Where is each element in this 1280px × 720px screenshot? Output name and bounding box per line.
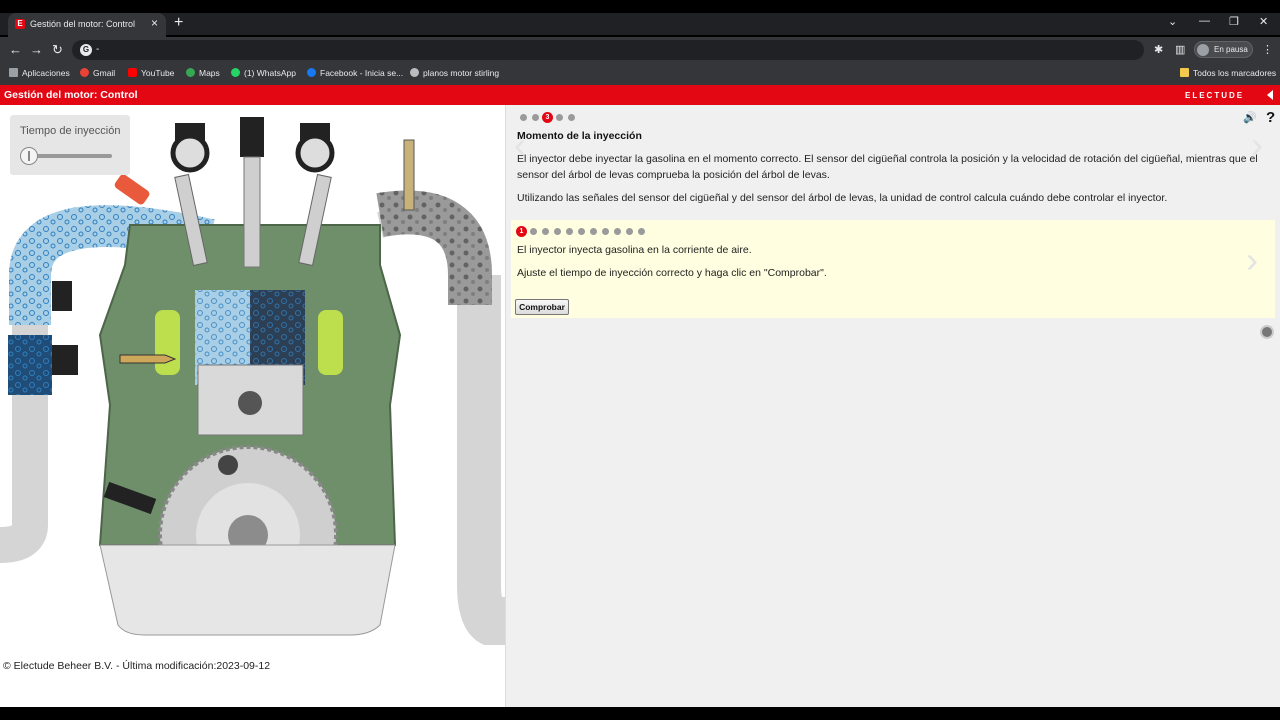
slider-handle[interactable] bbox=[20, 147, 38, 165]
task-step-dot bbox=[554, 228, 561, 235]
browser-tab[interactable]: E Gestión del motor: Control × bbox=[8, 13, 166, 37]
url-text: - bbox=[96, 44, 100, 55]
apps-grid-icon bbox=[9, 68, 18, 77]
electude-favicon-icon: E bbox=[15, 19, 25, 29]
check-button[interactable]: Comprobar bbox=[515, 299, 569, 315]
back-icon[interactable]: ← bbox=[9, 42, 22, 58]
speaker-icon[interactable]: 🔊 bbox=[1243, 111, 1257, 124]
task-step-dot bbox=[626, 228, 633, 235]
close-window-icon[interactable]: ✕ bbox=[1259, 15, 1268, 28]
bookmark-apps[interactable]: Aplicaciones bbox=[9, 68, 70, 78]
extensions-icon[interactable]: ✱ bbox=[1154, 43, 1163, 56]
instruction-panel: 3 🔊 ? ‹ › Momento de la inyección El iny… bbox=[505, 105, 1280, 707]
simulation-panel: Tiempo de inyección © Electude Beheer B.… bbox=[0, 105, 505, 707]
maps-pin-icon bbox=[186, 68, 195, 77]
task-line-2: Ajuste el tiempo de inyección correcto y… bbox=[517, 267, 827, 279]
facebook-icon bbox=[307, 68, 316, 77]
bookmark-label: Todos los marcadores bbox=[1193, 68, 1277, 78]
restore-icon[interactable]: ❐ bbox=[1229, 15, 1239, 28]
task-step-dot bbox=[530, 228, 537, 235]
notes-icon[interactable] bbox=[1260, 325, 1274, 339]
side-panel-icon[interactable]: ▥ bbox=[1175, 43, 1185, 56]
tab-close-icon[interactable]: × bbox=[151, 16, 158, 30]
reload-icon[interactable]: ↻ bbox=[52, 42, 63, 58]
avatar bbox=[1197, 44, 1209, 56]
task-step-dot bbox=[614, 228, 621, 235]
page-dot[interactable] bbox=[532, 114, 539, 121]
page-dot[interactable] bbox=[520, 114, 527, 121]
youtube-icon bbox=[128, 68, 137, 77]
page-dot[interactable] bbox=[568, 114, 575, 121]
slider-label: Tiempo de inyección bbox=[20, 125, 121, 137]
task-step-dot bbox=[602, 228, 609, 235]
help-icon[interactable]: ? bbox=[1266, 109, 1275, 126]
brand-logo: ELECTUDE bbox=[1185, 91, 1245, 100]
page-dot[interactable] bbox=[556, 114, 563, 121]
bookmark-label: Gmail bbox=[93, 68, 116, 78]
profile-label: En pausa bbox=[1214, 45, 1248, 54]
task-step-dot bbox=[566, 228, 573, 235]
whatsapp-icon bbox=[231, 68, 240, 77]
engine-illustration bbox=[0, 117, 505, 645]
injection-time-control: Tiempo de inyección bbox=[10, 115, 130, 175]
copyright-text: © Electude Beheer B.V. - Última modifica… bbox=[3, 660, 271, 672]
bookmark-youtube[interactable]: YouTube bbox=[128, 68, 174, 78]
bookmark-label: Aplicaciones bbox=[22, 68, 70, 78]
app-header: Gestión del motor: Control ELECTUDE bbox=[0, 85, 1280, 105]
page-dot-active[interactable]: 3 bbox=[542, 112, 553, 123]
task-box: 1 › El inyector inyecta gasolina en la c… bbox=[511, 220, 1275, 318]
section-title: Momento de la inyección bbox=[517, 130, 642, 142]
tab-title: Gestión del motor: Control bbox=[30, 19, 136, 29]
explanation-paragraph-1: El inyector debe inyectar la gasolina en… bbox=[517, 153, 1258, 181]
task-step-dot bbox=[590, 228, 597, 235]
task-step-dot bbox=[638, 228, 645, 235]
screen-top-border bbox=[0, 0, 1280, 13]
explanation-paragraph-2: Utilizando las señales del sensor del ci… bbox=[517, 192, 1168, 204]
minimize-icon[interactable]: — bbox=[1199, 15, 1210, 27]
task-step-dot bbox=[578, 228, 585, 235]
bookmark-label: Facebook - Inicia se... bbox=[320, 68, 404, 78]
bookmark-stirling[interactable]: planos motor stirling bbox=[410, 68, 499, 78]
all-bookmarks[interactable]: Todos los marcadores bbox=[1180, 68, 1276, 78]
forward-icon[interactable]: → bbox=[30, 42, 43, 58]
collapse-arrow-icon[interactable] bbox=[1267, 90, 1273, 100]
task-step-active: 1 bbox=[516, 226, 527, 237]
bookmark-label: Maps bbox=[199, 68, 220, 78]
bookmark-label: planos motor stirling bbox=[423, 68, 500, 78]
browser-toolbar: ← → ↻ G - ✱ ▥ ⋮ bbox=[0, 37, 1280, 63]
bookmarks-bar: Aplicaciones Gmail YouTube Maps (1) What… bbox=[0, 63, 1280, 85]
bookmark-label: (1) WhatsApp bbox=[244, 68, 296, 78]
tab-search-icon[interactable]: ⌄ bbox=[1168, 15, 1177, 28]
bookmark-whatsapp[interactable]: (1) WhatsApp bbox=[231, 68, 296, 78]
task-step-dot bbox=[542, 228, 549, 235]
folder-icon bbox=[1180, 68, 1189, 77]
site-icon bbox=[410, 68, 419, 77]
bookmark-gmail[interactable]: Gmail bbox=[80, 68, 115, 78]
page-title: Gestión del motor: Control bbox=[4, 89, 138, 101]
screen-bottom-border bbox=[0, 707, 1280, 720]
new-tab-icon[interactable]: + bbox=[174, 14, 183, 32]
google-icon: G bbox=[80, 44, 92, 56]
task-line-1: El inyector inyecta gasolina en la corri… bbox=[517, 244, 752, 256]
bookmark-facebook[interactable]: Facebook - Inicia se... bbox=[307, 68, 403, 78]
gmail-icon bbox=[80, 68, 89, 77]
bookmark-maps[interactable]: Maps bbox=[186, 68, 220, 78]
next-task-icon[interactable]: › bbox=[1246, 242, 1258, 278]
menu-icon[interactable]: ⋮ bbox=[1262, 43, 1273, 56]
profile-button[interactable]: En pausa bbox=[1194, 41, 1253, 58]
bookmark-label: YouTube bbox=[141, 68, 175, 78]
tab-strip bbox=[0, 13, 1280, 35]
address-bar[interactable]: G - bbox=[72, 40, 1144, 60]
